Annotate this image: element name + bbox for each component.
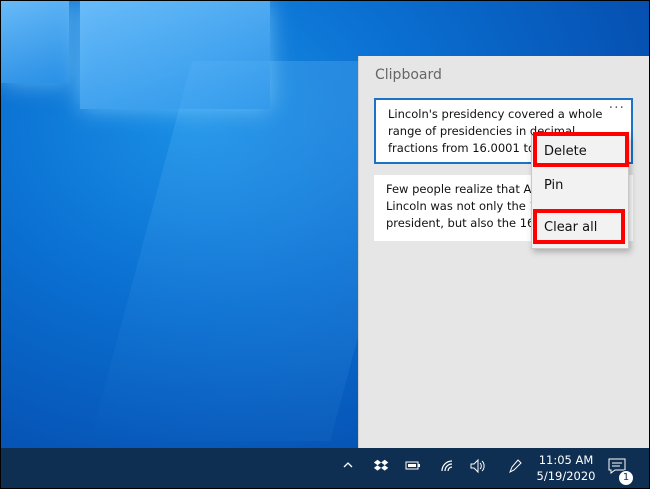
volume-icon[interactable] bbox=[468, 458, 486, 479]
battery-icon[interactable] bbox=[404, 458, 422, 477]
wifi-icon[interactable] bbox=[438, 458, 456, 479]
taskbar: 11:05 AM 5/19/2020 1 bbox=[1, 448, 649, 488]
clipboard-panel: Clipboard Lincoln's presidency covered a… bbox=[358, 56, 649, 448]
clock-time: 11:05 AM bbox=[538, 453, 594, 467]
windows-logo-wallpaper bbox=[1, 1, 301, 141]
pen-icon[interactable] bbox=[506, 458, 524, 479]
chevron-up-icon[interactable] bbox=[339, 458, 357, 476]
delete-highlight-box bbox=[533, 132, 629, 167]
dropbox-icon[interactable] bbox=[372, 458, 390, 479]
clipboard-title: Clipboard bbox=[375, 67, 442, 83]
menu-item-pin[interactable]: Pin bbox=[544, 178, 563, 193]
more-options-button[interactable]: ··· bbox=[609, 100, 625, 117]
clock[interactable]: 11:05 AM 5/19/2020 bbox=[531, 452, 601, 484]
desktop: Clipboard Lincoln's presidency covered a… bbox=[0, 0, 650, 489]
clock-date: 5/19/2020 bbox=[536, 469, 596, 483]
notification-count-badge: 1 bbox=[618, 470, 634, 486]
clear-all-highlight-box bbox=[533, 209, 625, 244]
